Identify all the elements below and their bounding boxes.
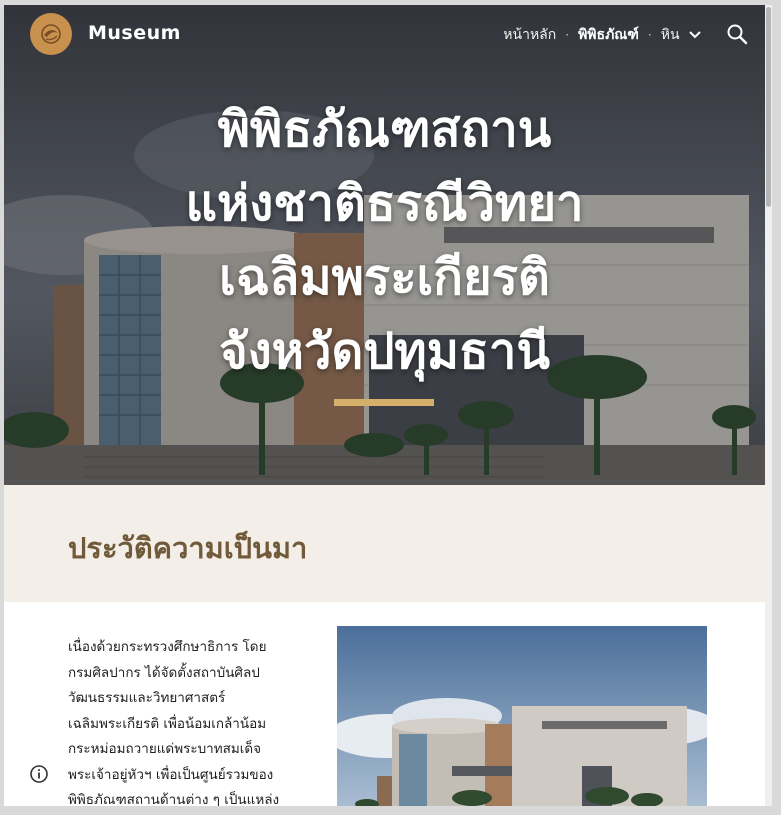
hero-title-line: พิพิธภัณฑสถาน	[217, 101, 552, 158]
search-icon[interactable]	[726, 23, 748, 45]
nav-separator: ·	[647, 28, 652, 42]
nav-link-museum[interactable]: พิพิธภัณฑ์	[578, 24, 639, 46]
nav-menu: หน้าหลัก · พิพิธภัณฑ์ · หิน	[503, 24, 701, 46]
paragraph-line: เนื่องด้วยกระทรวงศึกษาธิการ โดย	[68, 639, 267, 655]
page: Museum หน้าหลัก · พิพิธภัณฑ์ · หิน พิพิธ…	[4, 5, 765, 806]
info-icon[interactable]	[28, 763, 50, 785]
hero-title-line: จังหวัดปทุมธานี	[219, 323, 550, 380]
paragraph-line: พระเจ้าอยู่หัวฯ เพื่อเป็นศูนย์รวมของ	[68, 766, 274, 783]
nav-link-rocks-label: หิน	[660, 27, 680, 43]
section-title: ประวัติความเป็นมา	[68, 531, 308, 565]
museum-logo-icon[interactable]	[30, 13, 72, 55]
section-header: ประวัติความเป็นมา	[4, 485, 765, 602]
nav-link-rocks[interactable]: หิน	[661, 24, 701, 46]
hero-title-line: เฉลิมพระเกียรติ	[219, 249, 550, 306]
museum-building-photo	[337, 626, 707, 806]
nav-separator: ·	[565, 28, 570, 42]
history-paragraph: เนื่องด้วยกระทรวงศึกษาธิการ โดย กรมศิลปา…	[68, 635, 318, 806]
paragraph-line: วัฒนธรรมและวิทยาศาสตร์	[68, 690, 226, 706]
vertical-scrollbar[interactable]	[765, 5, 772, 806]
top-navigation: Museum หน้าหลัก · พิพิธภัณฑ์ · หิน	[4, 5, 765, 65]
hero-title-line: แห่งชาติธรณีวิทยา	[185, 175, 584, 232]
paragraph-line: กรมศิลปากร ได้จัดตั้งสถาบันศิลป	[68, 664, 260, 681]
paragraph-line: เฉลิมพระเกียรติ เพื่อน้อมเกล้าน้อม	[68, 715, 267, 732]
hero-accent-divider	[334, 399, 434, 406]
paragraph-line: พิพิธภัณฑสถานด้านต่าง ๆ เป็นแหล่ง	[68, 792, 280, 806]
site-name[interactable]: Museum	[88, 22, 181, 44]
hero-banner: Museum หน้าหลัก · พิพิธภัณฑ์ · หิน พิพิธ…	[4, 5, 765, 485]
hero-title: พิพิธภัณฑสถาน แห่งชาติธรณีวิทยา เฉลิมพระ…	[4, 93, 765, 389]
scrollbar-thumb[interactable]	[766, 7, 771, 207]
paragraph-line: กระหม่อมถวายแด่พระบาทสมเด็จ	[68, 741, 262, 757]
chevron-down-icon	[689, 31, 701, 39]
nav-link-home[interactable]: หน้าหลัก	[503, 24, 556, 46]
